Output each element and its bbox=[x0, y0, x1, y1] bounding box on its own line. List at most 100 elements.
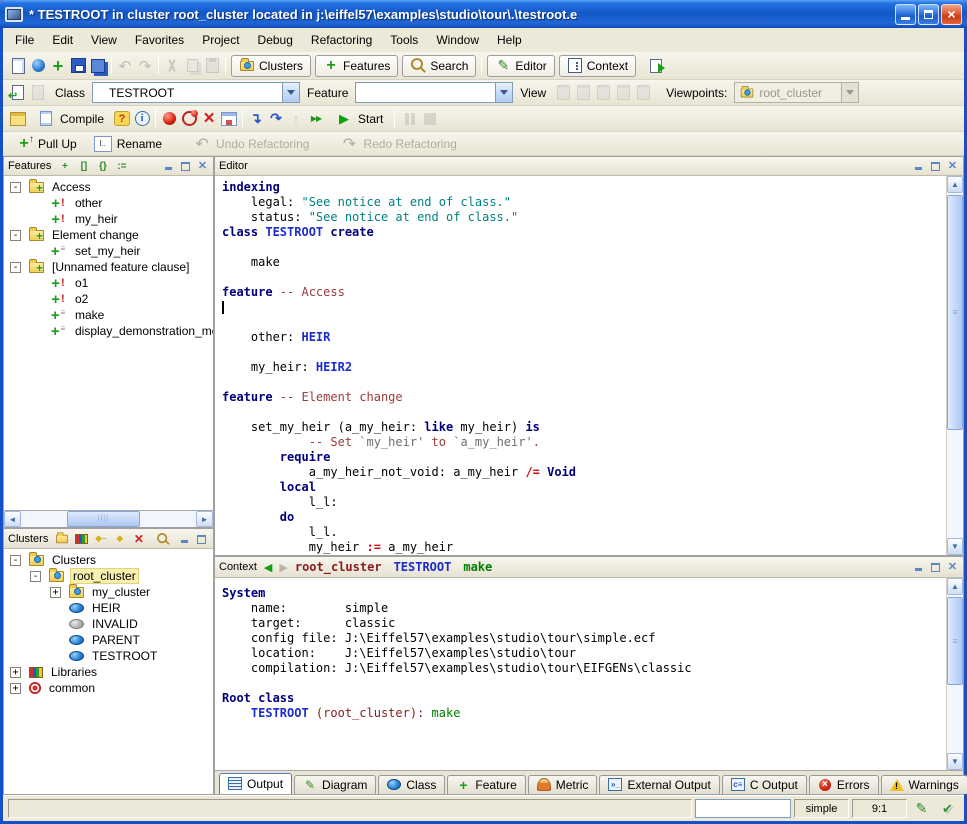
code-line[interactable]: do bbox=[222, 510, 946, 525]
add-class-diamond-icon[interactable]: ◆ bbox=[113, 531, 126, 546]
open-file-icon[interactable] bbox=[28, 56, 48, 76]
menu-file[interactable]: File bbox=[6, 29, 43, 51]
scroll-up-arrow[interactable]: ▲ bbox=[947, 578, 963, 595]
compile-question-icon[interactable] bbox=[112, 109, 132, 129]
panel-close-button[interactable]: ✕ bbox=[946, 561, 959, 573]
tree-item-o2[interactable]: o2 bbox=[4, 291, 213, 307]
editor-panel-header[interactable]: Editor ✕ bbox=[215, 157, 963, 176]
title-bar[interactable]: * TESTROOT in cluster root_cluster locat… bbox=[0, 0, 967, 28]
code-line[interactable]: indexing bbox=[222, 180, 946, 195]
code-line[interactable]: feature -- Access bbox=[222, 285, 946, 300]
interrupt-app-icon[interactable] bbox=[219, 109, 239, 129]
remove-item-icon[interactable]: ✕ bbox=[132, 531, 145, 546]
menu-help[interactable]: Help bbox=[488, 29, 531, 51]
status-filter-input[interactable] bbox=[695, 799, 791, 818]
feature-combobox[interactable] bbox=[355, 82, 513, 103]
tab-metric[interactable]: Metric bbox=[528, 775, 598, 794]
menu-tools[interactable]: Tools bbox=[381, 29, 427, 51]
search-tool-button[interactable]: Search bbox=[402, 55, 476, 77]
breadcrumb-feature[interactable]: make bbox=[463, 560, 492, 574]
maximize-button[interactable] bbox=[918, 4, 939, 25]
tab-output[interactable]: Output bbox=[219, 773, 292, 794]
open-in-new-tool-icon[interactable] bbox=[8, 83, 28, 103]
menu-favorites[interactable]: Favorites bbox=[126, 29, 193, 51]
code-line[interactable]: status: "See notice at end of class." bbox=[222, 210, 946, 225]
code-line[interactable]: compilation: J:\Eiffel57\examples\studio… bbox=[222, 661, 946, 676]
editor-tool-button[interactable]: Editor bbox=[487, 55, 554, 77]
compile-button[interactable]: Compile bbox=[30, 107, 110, 131]
menu-edit[interactable]: Edit bbox=[43, 29, 82, 51]
edit-mode-button[interactable] bbox=[910, 798, 933, 819]
tab-class[interactable]: Class bbox=[378, 775, 445, 794]
tree-item-my-heir[interactable]: my_heir bbox=[4, 211, 213, 227]
tree-item-my-cluster[interactable]: +my_cluster bbox=[4, 584, 213, 600]
add-library-icon[interactable] bbox=[75, 531, 88, 546]
collapse-box[interactable]: - bbox=[10, 230, 21, 241]
tree-item-display-demonstration-messa[interactable]: display_demonstration_messa bbox=[4, 323, 213, 339]
scroll-thumb[interactable] bbox=[947, 195, 963, 430]
code-line[interactable]: config file: J:\Eiffel57\examples\studio… bbox=[222, 631, 946, 646]
add-cluster-icon[interactable] bbox=[55, 531, 69, 546]
collapse-box[interactable]: - bbox=[10, 182, 21, 193]
breadcrumb-cluster[interactable]: root_cluster bbox=[295, 560, 382, 574]
code-line[interactable] bbox=[222, 240, 946, 255]
menu-debug[interactable]: Debug bbox=[249, 29, 302, 51]
code-line[interactable]: legal: "See notice at end of class." bbox=[222, 195, 946, 210]
features-panel-header[interactable]: Features + [] {} := ✕ bbox=[4, 157, 213, 176]
panel-minimize-button[interactable] bbox=[178, 533, 191, 545]
code-line[interactable]: name: simple bbox=[222, 601, 946, 616]
rename-button[interactable]: Rename bbox=[87, 132, 168, 156]
chevron-down-icon[interactable] bbox=[282, 83, 299, 102]
code-line[interactable]: my_heir: HEIR2 bbox=[222, 360, 946, 375]
code-line[interactable]: a_my_heir_not_void: a_my_heir /= Void bbox=[222, 465, 946, 480]
code-line[interactable]: TESTROOT (root_cluster): make bbox=[222, 706, 946, 721]
project-settings-icon[interactable] bbox=[8, 109, 28, 129]
minimize-button[interactable] bbox=[895, 4, 916, 25]
scroll-up-arrow[interactable]: ▲ bbox=[947, 176, 963, 193]
menu-refactoring[interactable]: Refactoring bbox=[302, 29, 381, 51]
code-line[interactable]: class TESTROOT create bbox=[222, 225, 946, 240]
panel-maximize-button[interactable] bbox=[195, 533, 208, 545]
history-back-icon[interactable]: ◀ bbox=[264, 561, 272, 574]
editor-vscrollbar[interactable]: ▲ ▼ bbox=[946, 176, 963, 555]
scroll-left-arrow[interactable]: ◄ bbox=[4, 511, 21, 527]
clusters-tool-button[interactable]: Clusters bbox=[231, 55, 311, 77]
tree-item-testroot[interactable]: TESTROOT bbox=[4, 648, 213, 664]
send-to-external-icon[interactable] bbox=[646, 56, 666, 76]
pull-up-button[interactable]: Pull Up bbox=[8, 132, 83, 156]
tab-errors[interactable]: Errors bbox=[809, 775, 879, 794]
new-feature-icon[interactable]: + bbox=[58, 159, 71, 174]
tree-item-element-change[interactable]: -Element change bbox=[4, 227, 213, 243]
code-line[interactable] bbox=[222, 270, 946, 285]
expand-box[interactable]: + bbox=[10, 683, 21, 694]
code-line[interactable] bbox=[222, 315, 946, 330]
features-hscrollbar[interactable]: ◄ ► bbox=[4, 510, 213, 527]
breadcrumb-class[interactable]: TESTROOT bbox=[394, 560, 452, 574]
add-subcluster-icon[interactable]: ◆– bbox=[94, 531, 107, 546]
chevron-down-icon[interactable] bbox=[495, 83, 512, 102]
code-line[interactable]: my_heir := a_my_heir bbox=[222, 540, 946, 555]
collapse-box[interactable]: - bbox=[10, 555, 21, 566]
code-line[interactable]: require bbox=[222, 450, 946, 465]
code-line[interactable]: set_my_heir (a_my_heir: like my_heir) is bbox=[222, 420, 946, 435]
tree-item-unnamed-feature-clause[interactable]: -[Unnamed feature clause] bbox=[4, 259, 213, 275]
tree-item-parent[interactable]: PARENT bbox=[4, 632, 213, 648]
class-combobox[interactable]: TESTROOT bbox=[92, 82, 300, 103]
tab-external-output[interactable]: External Output bbox=[599, 775, 719, 794]
tree-item-set-my-heir[interactable]: set_my_heir bbox=[4, 243, 213, 259]
context-output[interactable]: System name: simple target: classic conf… bbox=[215, 578, 946, 770]
context-vscrollbar[interactable]: ▲ ▼ bbox=[946, 578, 963, 770]
tree-item-common[interactable]: +common bbox=[4, 680, 213, 696]
clusters-panel-header[interactable]: Clusters ◆– ◆ ✕ ✕ bbox=[4, 529, 213, 549]
save-all-icon[interactable] bbox=[88, 56, 108, 76]
code-line[interactable] bbox=[222, 676, 946, 691]
panel-close-button[interactable]: ✕ bbox=[196, 160, 209, 172]
panel-minimize-button[interactable] bbox=[912, 160, 925, 172]
context-panel-header[interactable]: Context ◀ ▶ root_clusterTESTROOTmake ✕ bbox=[215, 557, 963, 578]
code-line[interactable]: other: HEIR bbox=[222, 330, 946, 345]
compile-info-icon[interactable] bbox=[132, 109, 152, 129]
show-brackets-icon[interactable]: [] bbox=[77, 159, 90, 174]
code-line[interactable] bbox=[222, 345, 946, 360]
menu-window[interactable]: Window bbox=[427, 29, 488, 51]
tree-item-clusters[interactable]: -Clusters bbox=[4, 552, 213, 568]
